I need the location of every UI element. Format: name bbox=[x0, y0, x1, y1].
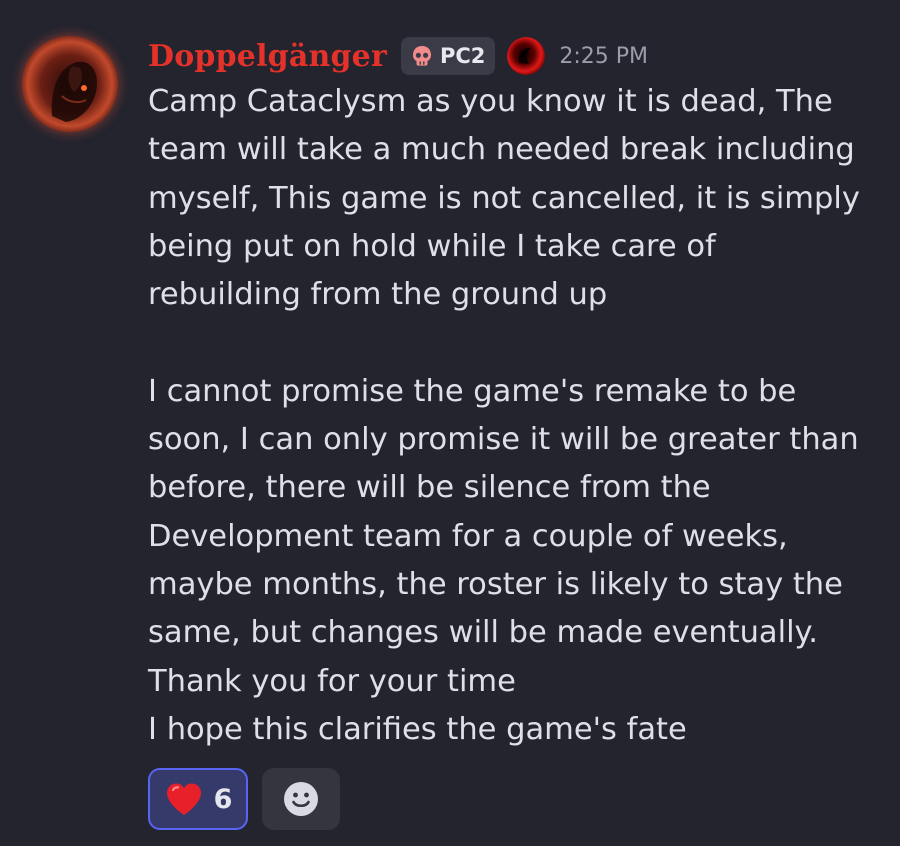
message-line: before, there will be silence from the bbox=[148, 470, 711, 506]
message-line: being put on hold while I take care of bbox=[148, 228, 716, 264]
reaction-count: 6 bbox=[213, 783, 233, 815]
skull-icon bbox=[409, 43, 435, 69]
message-header: Doppelgänger PC2 2:25 PM bbox=[148, 30, 648, 82]
message-line: Camp Cataclysm as you know it is dead, T… bbox=[148, 84, 833, 119]
message-line: soon, I can only promise it will be grea… bbox=[148, 422, 859, 458]
red-black-orb-icon[interactable] bbox=[507, 37, 546, 75]
message-line: Development team for a couple of weeks, bbox=[148, 518, 788, 554]
message-line: same, but changes will be made eventuall… bbox=[148, 615, 818, 651]
chat-message: Doppelgänger PC2 2:25 PM Camp Cataclysm … bbox=[0, 0, 900, 846]
server-tag-label: PC2 bbox=[439, 44, 486, 68]
heart-reaction-button[interactable]: 6 bbox=[148, 768, 248, 830]
message-content: Camp Cataclysm as you know it is dead, T… bbox=[148, 78, 888, 754]
server-tag[interactable]: PC2 bbox=[400, 37, 496, 75]
timestamp: 2:25 PM bbox=[559, 43, 649, 69]
reactions-bar: 6 bbox=[148, 768, 340, 830]
red-heart-icon bbox=[164, 781, 204, 817]
message-line: team will take a much needed break inclu… bbox=[148, 132, 855, 168]
message-line: maybe months, the roster is likely to st… bbox=[148, 566, 843, 602]
add-reaction-button[interactable] bbox=[262, 768, 340, 830]
message-line: I cannot promise the game's remake to be bbox=[148, 373, 797, 409]
message-line: I hope this clarifies the game's fate bbox=[148, 711, 687, 747]
smiley-icon bbox=[282, 780, 320, 818]
avatar[interactable] bbox=[22, 36, 118, 132]
username[interactable]: Doppelgänger bbox=[148, 39, 387, 74]
message-line: Thank you for your time bbox=[148, 663, 516, 699]
red-moon-creature-avatar-icon bbox=[22, 36, 118, 132]
message-line: rebuilding from the ground up bbox=[148, 277, 608, 313]
message-line: myself, This game is not cancelled, it i… bbox=[148, 180, 860, 216]
